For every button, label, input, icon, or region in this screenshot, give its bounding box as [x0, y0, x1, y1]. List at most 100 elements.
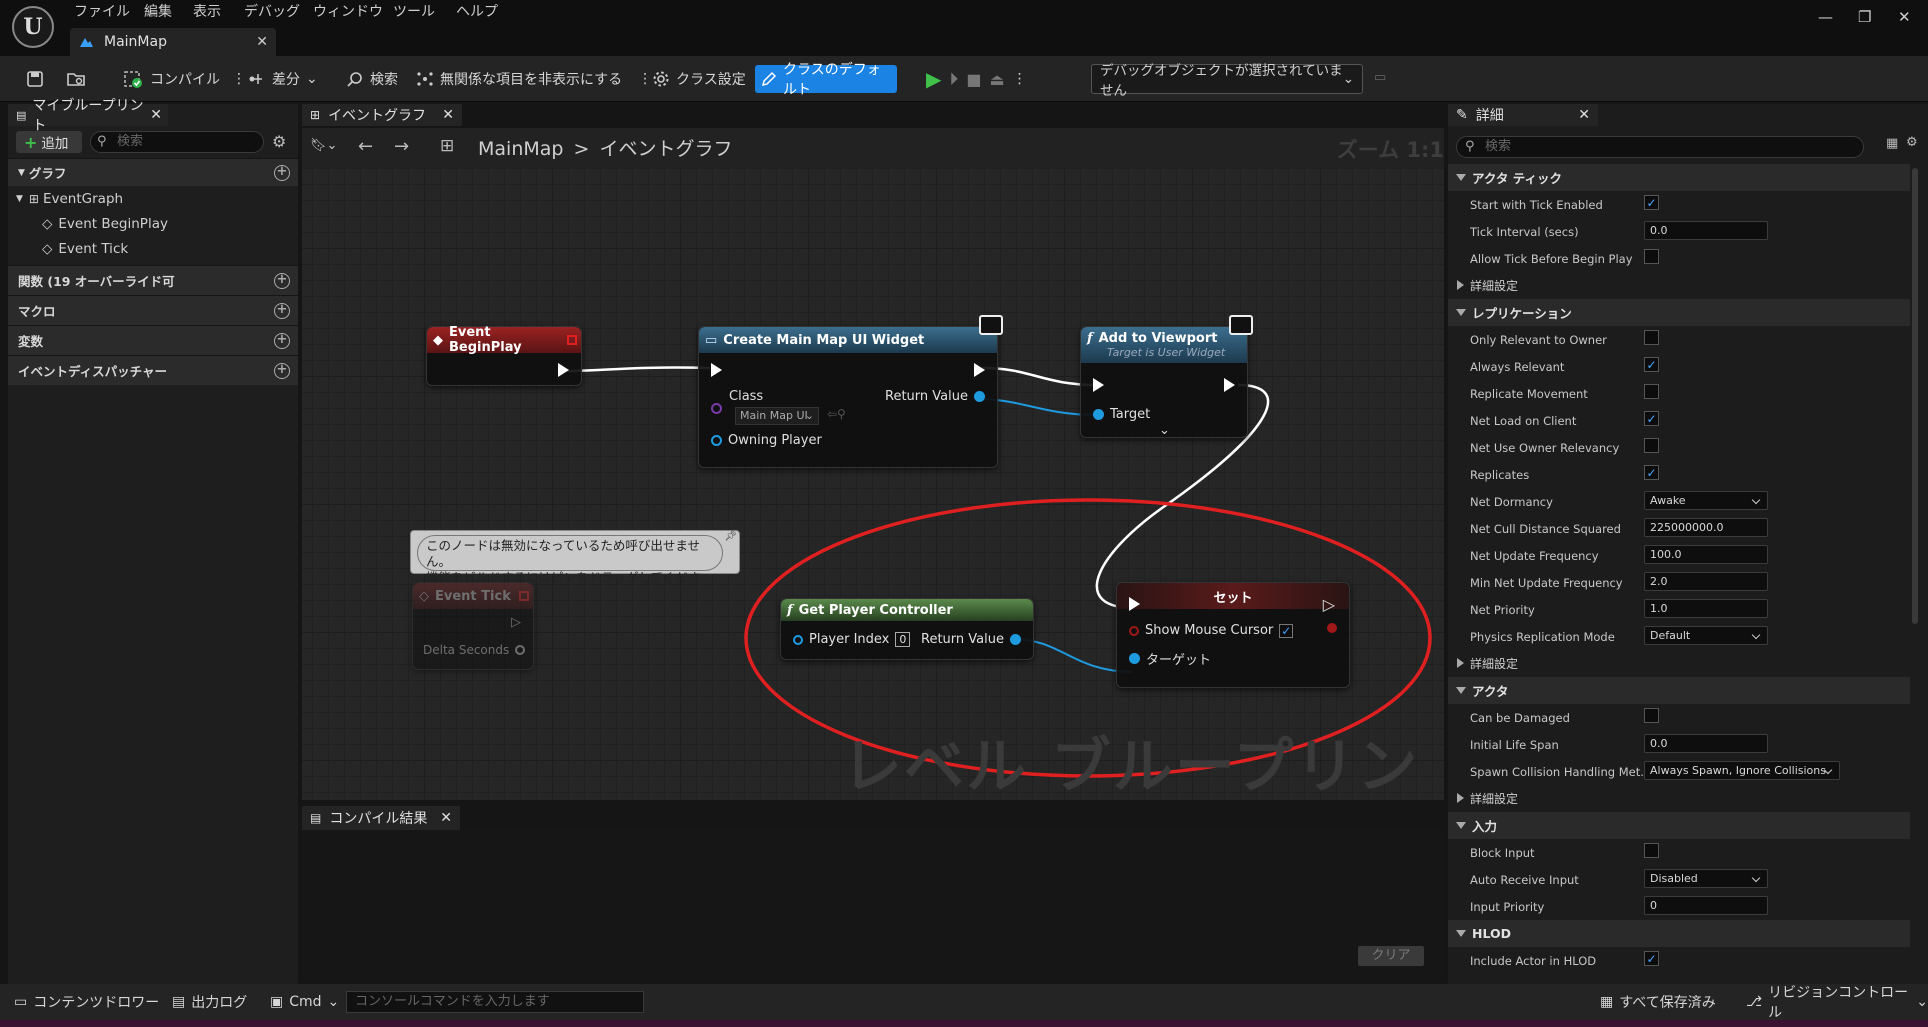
node-event-tick[interactable]: ◇ Event Tick ▷ Delta Seconds — [412, 582, 534, 670]
exec-out-pin[interactable] — [558, 363, 569, 377]
exec-in-pin[interactable] — [1129, 597, 1140, 611]
settings-gear-icon[interactable]: ⚙ — [272, 132, 286, 151]
section-graphs[interactable]: ▼ グラフ + — [8, 158, 298, 186]
add-graph-icon[interactable]: + — [274, 164, 290, 181]
close-tab-icon[interactable]: ✕ — [150, 107, 162, 123]
my-blueprint-search-input[interactable]: ⚲ 検索 — [90, 131, 264, 153]
node-event-beginplay[interactable]: ◆ Event BeginPlay — [426, 325, 582, 386]
tree-item-begin-play[interactable]: ◇ Event BeginPlay — [8, 211, 298, 236]
menu-help[interactable]: ヘルプ — [456, 2, 498, 22]
close-tab-icon[interactable]: ✕ — [440, 810, 452, 826]
delegate-pin-icon[interactable] — [519, 591, 529, 601]
graph-canvas[interactable]: 🔖︎⌄ ← → ⊞ MainMap > イベントグラフ ズーム 1:1 レベル … — [302, 128, 1444, 800]
menu-view[interactable]: 表示 — [193, 2, 221, 22]
find-button[interactable]: 検索 — [340, 65, 404, 93]
menu-tools[interactable]: ツール — [393, 2, 435, 22]
pin-comment-icon[interactable]: 📌︎ — [724, 531, 737, 542]
section-actor-tick[interactable]: アクタ ティック — [1448, 164, 1910, 191]
section-functions[interactable]: 関数 (19 オーバーライド可 + — [8, 265, 298, 295]
class-pin[interactable]: Class — [711, 389, 763, 414]
section-actor[interactable]: アクタ — [1448, 677, 1910, 704]
include-hlod-checkbox[interactable]: ✓ — [1644, 950, 1659, 966]
add-dispatcher-icon[interactable]: + — [274, 362, 290, 379]
menu-file[interactable]: ファイル — [74, 2, 130, 22]
close-tab-icon[interactable]: ✕ — [1578, 107, 1590, 123]
eject-icon[interactable]: ⏏ — [990, 70, 1005, 89]
browse-button[interactable] — [60, 65, 92, 93]
event-graph-tab[interactable]: ⊞ イベントグラフ ✕ — [302, 104, 462, 126]
can-damaged-checkbox[interactable] — [1644, 707, 1659, 723]
close-tab-icon[interactable]: ✕ — [256, 34, 268, 50]
exec-out-pin[interactable]: ▷ — [511, 615, 521, 630]
exec-out-pin[interactable] — [974, 363, 985, 377]
cmd-select[interactable]: ▣ Cmd ⌄ — [270, 992, 339, 1012]
details-search-input[interactable]: ⚲ 検索 — [1456, 136, 1864, 158]
restore-icon[interactable]: ❐ — [1858, 8, 1871, 26]
net-cull-input[interactable]: 225000000.0 — [1644, 518, 1768, 537]
tick-interval-input[interactable]: 0.0 — [1644, 221, 1768, 240]
content-drawer-button[interactable]: ▭ コンテンツドロワー — [14, 992, 159, 1012]
stop-icon[interactable]: ■ — [966, 70, 981, 89]
my-blueprint-tab[interactable]: ▤ マイブループリント ✕ — [8, 98, 168, 134]
step-icon[interactable]: ⏵ — [949, 69, 958, 90]
compile-button[interactable]: コンパイル ⋮ — [116, 65, 252, 93]
node-create-widget[interactable]: ▭ Create Main Map UI Widget Class Main M… — [698, 315, 1003, 468]
add-macro-icon[interactable]: + — [274, 302, 290, 319]
play-options-icon[interactable]: ⋮ — [1013, 71, 1027, 87]
section-replication[interactable]: レプリケーション — [1448, 299, 1910, 326]
debug-filter-icon[interactable]: ▭ — [1374, 70, 1386, 85]
physics-rep-select[interactable]: Default — [1644, 626, 1768, 645]
exec-out-pin[interactable]: ▷ — [1323, 595, 1335, 614]
document-tab-mainmap[interactable]: MainMap ✕ — [70, 28, 276, 56]
delta-seconds-pin[interactable]: Delta Seconds — [423, 643, 526, 657]
net-update-input[interactable]: 100.0 — [1644, 545, 1768, 564]
input-priority-input[interactable]: 0 — [1644, 896, 1768, 915]
output-log-button[interactable]: ▤ 出力ログ — [172, 992, 247, 1012]
replicate-movement-checkbox[interactable] — [1644, 383, 1659, 399]
node-set-show-mouse-cursor[interactable]: セット ▷ Show Mouse Cursor ✓ ターゲット — [1116, 582, 1350, 688]
exec-out-pin[interactable] — [1224, 378, 1235, 392]
always-relevant-checkbox[interactable]: ✓ — [1644, 356, 1659, 372]
net-dormancy-select[interactable]: Awake — [1644, 491, 1768, 510]
net-priority-input[interactable]: 1.0 — [1644, 599, 1768, 618]
close-window-icon[interactable]: ✕ — [1898, 8, 1911, 26]
menu-edit[interactable]: 編集 — [144, 2, 172, 22]
target-pin[interactable]: ターゲット — [1129, 649, 1211, 668]
target-pin[interactable]: Target — [1093, 407, 1150, 422]
unreal-logo-icon[interactable]: U — [12, 6, 54, 48]
show-mouse-cursor-pin[interactable]: Show Mouse Cursor ✓ — [1129, 623, 1294, 638]
add-function-icon[interactable]: + — [274, 272, 290, 289]
close-tab-icon[interactable]: ✕ — [442, 107, 454, 123]
auto-receive-select[interactable]: Disabled — [1644, 869, 1768, 888]
settings-gear-icon[interactable]: ⚙ — [1906, 135, 1918, 150]
block-input-checkbox[interactable] — [1644, 842, 1659, 858]
hide-unrelated-button[interactable]: 無関係な項目を非表示にする ⋮ — [410, 65, 658, 93]
life-span-input[interactable]: 0.0 — [1644, 734, 1768, 753]
advanced-expander[interactable]: 詳細設定 — [1448, 785, 1910, 812]
exec-in-pin[interactable] — [1093, 378, 1104, 392]
bool-out-pin[interactable] — [1327, 623, 1337, 633]
section-variables[interactable]: 変数 + — [8, 325, 298, 355]
debug-object-select[interactable]: デバッグオブジェクトが選択されていません ⌄ — [1091, 63, 1363, 99]
section-macros[interactable]: マクロ + — [8, 295, 298, 325]
exec-in-pin[interactable] — [711, 363, 722, 377]
add-button[interactable]: + 追加 — [16, 131, 82, 153]
browse-asset-icon[interactable]: ⇦⚲ — [827, 407, 846, 421]
section-input[interactable]: 入力 — [1448, 812, 1910, 839]
save-all-button[interactable]: ▦ すべて保存済み — [1600, 992, 1716, 1012]
replicates-checkbox[interactable]: ✓ — [1644, 464, 1659, 480]
details-tab[interactable]: ✎ 詳細 ✕ — [1448, 104, 1598, 126]
section-hlod[interactable]: HLOD — [1448, 920, 1910, 947]
console-input[interactable]: コンソールコマンドを入力します — [346, 991, 644, 1013]
add-variable-icon[interactable]: + — [274, 332, 290, 349]
advanced-expander[interactable]: 詳細設定 — [1448, 650, 1910, 677]
expand-advanced-icon[interactable]: ⌄ — [1159, 423, 1170, 438]
player-index-input[interactable]: 0 — [895, 632, 911, 647]
tree-item-event-tick[interactable]: ◇ Event Tick — [8, 236, 298, 261]
section-dispatchers[interactable]: イベントディスパッチャー + — [8, 355, 298, 385]
minimize-icon[interactable]: — — [1818, 8, 1833, 26]
compile-results-tab[interactable]: ▤ コンパイル結果 ✕ — [302, 806, 460, 830]
min-net-update-input[interactable]: 2.0 — [1644, 572, 1768, 591]
only-relevant-checkbox[interactable] — [1644, 329, 1659, 345]
node-add-to-viewport[interactable]: f Add to Viewport Target is User Widget … — [1080, 315, 1253, 438]
